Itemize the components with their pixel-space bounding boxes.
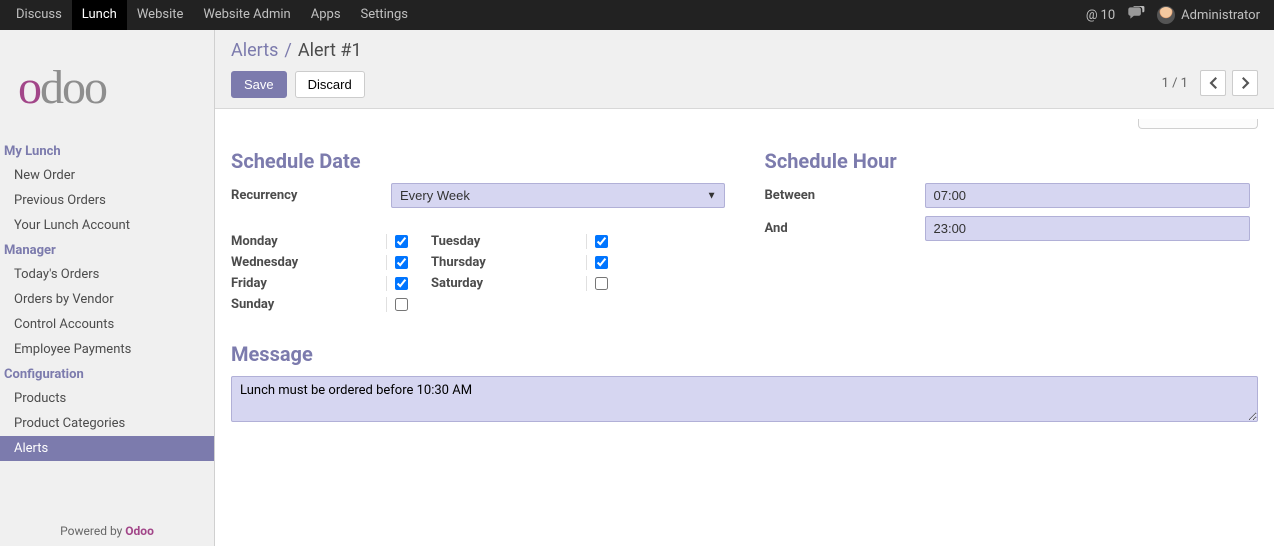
nav-website[interactable]: Website [127,0,194,30]
message-textarea[interactable] [231,376,1258,422]
sidebar-item-previous-orders[interactable]: Previous Orders [0,188,214,213]
monday-checkbox[interactable] [395,234,408,249]
thursday-checkbox[interactable] [595,255,608,270]
recurrency-select[interactable]: Every Week [391,183,725,208]
sidebar-item-alerts[interactable]: Alerts [0,436,214,461]
sidebar-item-employee-payments[interactable]: Employee Payments [0,337,214,362]
wednesday-checkbox[interactable] [395,255,408,270]
discard-button[interactable]: Discard [295,71,365,98]
top-nav-left: Discuss Lunch Website Website Admin Apps… [6,0,418,30]
nav-website-admin[interactable]: Website Admin [193,0,300,30]
content: Alerts / Alert #1 Save Discard 1 / 1 [215,30,1274,546]
schedule-date-title: Schedule Date [231,149,725,173]
saturday-checkbox[interactable] [595,276,608,291]
odoo-link[interactable]: Odoo [125,524,154,538]
tuesday-checkbox[interactable] [595,234,608,249]
chevron-right-icon [1241,77,1250,89]
logo[interactable]: odoo [0,30,214,139]
sidebar-section-configuration[interactable]: Configuration [0,362,214,386]
sidebar-item-new-order[interactable]: New Order [0,163,214,188]
chevron-left-icon [1209,77,1218,89]
wednesday-label: Wednesday [231,255,386,270]
sidebar: odoo My Lunch New Order Previous Orders … [0,30,215,546]
schedule-hour-title: Schedule Hour [765,149,1259,173]
powered-by-text: Powered by [60,524,125,538]
sidebar-footer: Powered by Odoo [0,516,214,546]
user-menu[interactable]: Administrator [1157,6,1260,24]
save-button[interactable]: Save [231,71,287,98]
notif-count: 10 [1101,8,1116,23]
breadcrumb: Alerts / Alert #1 [231,40,365,61]
and-label: And [765,221,925,236]
user-name: Administrator [1181,8,1260,23]
nav-apps[interactable]: Apps [301,0,351,30]
top-nav: Discuss Lunch Website Website Admin Apps… [0,0,1274,30]
between-label: Between [765,188,925,203]
friday-label: Friday [231,276,386,291]
nav-lunch[interactable]: Lunch [72,0,127,30]
friday-checkbox[interactable] [395,276,408,291]
sidebar-item-control-accounts[interactable]: Control Accounts [0,312,214,337]
monday-label: Monday [231,234,386,249]
thursday-label: Thursday [431,255,586,270]
pager[interactable]: 1 / 1 [1156,76,1194,91]
sidebar-section-manager[interactable]: Manager [0,238,214,262]
nav-discuss[interactable]: Discuss [6,0,72,30]
sidebar-item-products[interactable]: Products [0,386,214,411]
sidebar-item-todays-orders[interactable]: Today's Orders [0,262,214,287]
breadcrumb-sep: / [284,40,291,61]
content-header: Alerts / Alert #1 Save Discard 1 / 1 [215,30,1274,109]
sidebar-item-product-categories[interactable]: Product Categories [0,411,214,436]
message-title: Message [231,342,1258,366]
saturday-label: Saturday [431,276,586,291]
breadcrumb-current: Alert #1 [298,40,362,61]
sidebar-section-mylunch[interactable]: My Lunch [0,139,214,163]
nav-settings[interactable]: Settings [351,0,418,30]
form-area: Schedule Date Recurrency Every Week ▼ Mo… [215,109,1274,442]
between-input[interactable] [925,183,1250,208]
breadcrumb-parent[interactable]: Alerts [231,40,278,61]
prev-button[interactable] [1200,70,1226,96]
sidebar-item-orders-by-vendor[interactable]: Orders by Vendor [0,287,214,312]
and-input[interactable] [925,216,1250,241]
next-button[interactable] [1232,70,1258,96]
sunday-checkbox[interactable] [395,297,408,312]
chat-icon[interactable] [1127,6,1145,24]
recurrency-label: Recurrency [231,188,391,203]
tuesday-label: Tuesday [431,234,586,249]
notifications-button[interactable]: @ 10 [1086,8,1115,23]
sidebar-item-your-lunch-account[interactable]: Your Lunch Account [0,213,214,238]
status-box[interactable] [1138,119,1258,129]
avatar [1157,6,1175,24]
sunday-label: Sunday [231,297,386,312]
top-nav-right: @ 10 Administrator [1086,6,1268,24]
at-icon: @ [1086,8,1098,23]
